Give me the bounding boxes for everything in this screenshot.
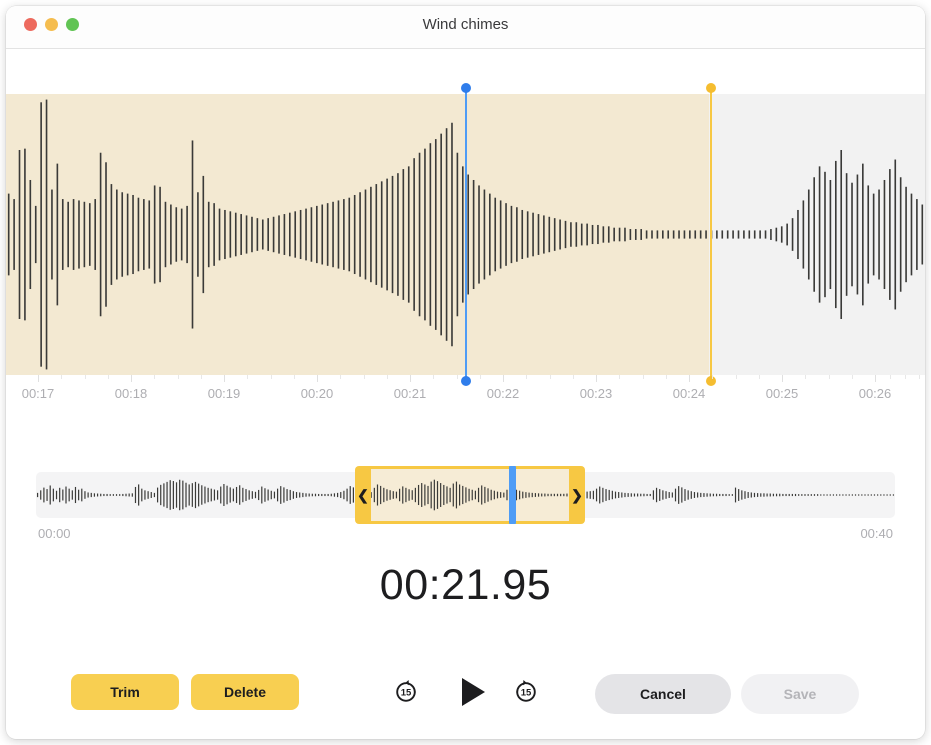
ruler-tick-minor xyxy=(85,375,86,379)
ruler-tick-major xyxy=(596,375,597,382)
ruler-label: 00:21 xyxy=(394,386,427,401)
ruler-tick-minor xyxy=(340,375,341,379)
play-icon xyxy=(458,676,488,708)
ruler-tick-minor xyxy=(108,375,109,379)
ruler-tick-minor xyxy=(480,375,481,379)
ruler-tick-minor xyxy=(919,375,920,379)
delete-button[interactable]: Delete xyxy=(191,674,299,710)
forward-15-label: 15 xyxy=(521,688,532,699)
trim-button[interactable]: Trim xyxy=(71,674,179,710)
bottom-toolbar: Trim Delete 15 15 Cancel Save xyxy=(6,674,925,730)
play-button[interactable] xyxy=(455,674,491,710)
ruler-tick-minor xyxy=(759,375,760,379)
overview-end-time: 00:40 xyxy=(860,526,893,541)
ruler-tick-minor xyxy=(666,375,667,379)
forward-15-icon: 15 xyxy=(511,677,541,707)
ruler-tick-minor xyxy=(526,375,527,379)
ruler-label: 00:17 xyxy=(22,386,55,401)
ruler-tick-major xyxy=(131,375,132,382)
ruler-label: 00:23 xyxy=(580,386,613,401)
ruler-tick-minor xyxy=(247,375,248,379)
audio-editor-window: Wind chimes 00:1700:1800:1900:2000:2100:… xyxy=(6,6,925,739)
ruler-tick-major xyxy=(782,375,783,382)
overview-selection-waveform-bars xyxy=(371,469,569,521)
ruler-tick-minor xyxy=(550,375,551,379)
ruler-tick-minor xyxy=(364,375,365,379)
cancel-button[interactable]: Cancel xyxy=(595,674,731,714)
save-button[interactable]: Save xyxy=(741,674,859,714)
ruler-tick-minor xyxy=(905,375,906,379)
playhead-marker[interactable] xyxy=(465,88,467,381)
time-ruler: 00:17 00:18 00:19 00:20 00:21 00:22 00:23 00:24… xyxy=(6,375,925,415)
ruler-tick-minor xyxy=(712,375,713,379)
selection-end-handle-top[interactable] xyxy=(706,83,716,93)
ruler-tick-minor xyxy=(852,375,853,379)
ruler-tick-minor xyxy=(294,375,295,379)
ruler-tick-minor xyxy=(736,375,737,379)
ruler-tick-minor xyxy=(433,375,434,379)
ruler-tick-major xyxy=(38,375,39,382)
ruler-tick-minor xyxy=(271,375,272,379)
rewind-15-button[interactable]: 15 xyxy=(388,674,424,710)
ruler-tick-major xyxy=(503,375,504,382)
overview-playhead[interactable] xyxy=(509,466,516,524)
ruler-tick-minor xyxy=(643,375,644,379)
ruler-tick-minor xyxy=(201,375,202,379)
window-title: Wind chimes xyxy=(6,16,925,33)
overview-selection-fill xyxy=(371,469,569,521)
ruler-label: 00:22 xyxy=(487,386,520,401)
ruler-tick-major xyxy=(410,375,411,382)
ruler-tick-minor xyxy=(61,375,62,379)
selection-start-handle-icon[interactable]: ❮ xyxy=(355,466,371,524)
ruler-tick-minor xyxy=(573,375,574,379)
ruler-tick-major xyxy=(875,375,876,382)
rewind-15-label: 15 xyxy=(401,688,412,699)
ruler-label: 00:25 xyxy=(766,386,799,401)
title-bar: Wind chimes xyxy=(6,6,925,49)
ruler-tick-minor xyxy=(829,375,830,379)
ruler-label: 00:18 xyxy=(115,386,148,401)
overview-start-time: 00:00 xyxy=(38,526,71,541)
ruler-label: 00:26 xyxy=(859,386,892,401)
ruler-tick-major xyxy=(689,375,690,382)
ruler-tick-minor xyxy=(387,375,388,379)
ruler-tick-minor xyxy=(178,375,179,379)
ruler-tick-major xyxy=(317,375,318,382)
rewind-15-icon: 15 xyxy=(391,677,421,707)
forward-15-button[interactable]: 15 xyxy=(508,674,544,710)
selection-end-handle-icon[interactable]: ❯ xyxy=(569,466,585,524)
ruler-tick-minor xyxy=(619,375,620,379)
ruler-tick-minor xyxy=(457,375,458,379)
ruler-tick-minor xyxy=(805,375,806,379)
ruler-tick-minor xyxy=(154,375,155,379)
ruler-label: 00:19 xyxy=(208,386,241,401)
overview-selection-box[interactable]: ❮ ❯ xyxy=(355,466,585,524)
ruler-label: 00:20 xyxy=(301,386,334,401)
ruler-tick-major xyxy=(224,375,225,382)
ruler-tick-minor xyxy=(890,375,891,379)
current-timecode: 00:21.95 xyxy=(6,561,925,610)
selection-end-marker[interactable] xyxy=(710,88,712,381)
ruler-label: 00:24 xyxy=(673,386,706,401)
playhead-handle-top[interactable] xyxy=(461,83,471,93)
